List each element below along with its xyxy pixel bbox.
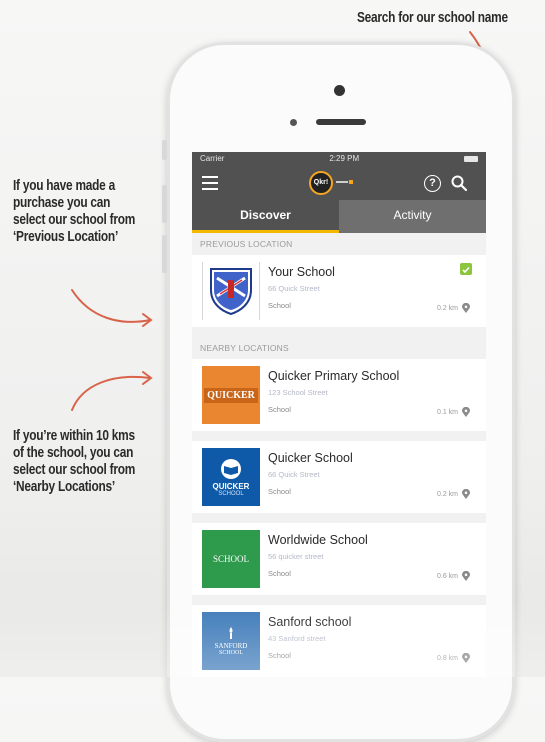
- previous-location-header: PREVIOUS LOCATION: [200, 239, 293, 249]
- school-type: School: [268, 569, 291, 578]
- app-header: Qkr! ?: [192, 166, 486, 200]
- logo-wordmark-icon: [336, 179, 354, 187]
- phone-mute-switch: [162, 140, 167, 160]
- arrow-to-previous-location: [71, 289, 151, 323]
- school-distance: 0.2 km: [436, 305, 458, 312]
- help-icon[interactable]: ?: [424, 175, 441, 192]
- location-pin-icon: [462, 407, 470, 417]
- annotation-previous-location-hint: If you have made a purchase you can sele…: [13, 178, 136, 245]
- list-item-nearby-school[interactable]: SCHOOL Worldwide School 56 quicker stree…: [192, 523, 486, 595]
- school-type: School: [268, 301, 291, 310]
- status-bar: Carrier 2:29 PM: [192, 152, 486, 166]
- tab-discover[interactable]: Discover: [192, 200, 339, 233]
- school-name: Quicker Primary School: [268, 369, 400, 383]
- phone-camera: [334, 85, 345, 96]
- phone-volume-up: [162, 185, 167, 223]
- phone-volume-down: [162, 235, 167, 273]
- logo-subtext: SCHOOL: [218, 650, 243, 656]
- school-type: School: [268, 405, 291, 414]
- school-address: 56 quicker street: [268, 552, 324, 561]
- logo-text: SCHOOL: [212, 554, 249, 564]
- school-name: Sanford school: [268, 615, 352, 629]
- list-item-nearby-school[interactable]: QUICKER SCHOOL Quicker School 66 Quick S…: [192, 441, 486, 513]
- app-logo: Qkr!: [309, 170, 365, 196]
- nearby-locations-header: NEARBY LOCATIONS: [200, 343, 289, 353]
- clock: 2:29 PM: [329, 154, 360, 163]
- location-pin-icon: [462, 489, 470, 499]
- torch-icon: [229, 627, 233, 639]
- logo-text: SANFORD: [214, 642, 248, 650]
- school-type: School: [268, 651, 291, 660]
- arrow-to-nearby-locations: [71, 376, 151, 411]
- book-icon: [221, 458, 241, 479]
- school-address: 66 Quick Street: [268, 284, 320, 293]
- school-logo: SCHOOL: [202, 530, 260, 588]
- logo-subtext: SCHOOL: [218, 490, 244, 497]
- school-name: Your School: [268, 265, 335, 279]
- school-name: Quicker School: [268, 451, 353, 465]
- school-logo: QUICKER SCHOOL: [202, 448, 260, 506]
- school-logo: QUICKER: [202, 366, 260, 424]
- list-item-your-school[interactable]: Your School 66 Quick Street School 0.2 k…: [192, 255, 486, 327]
- selected-check-icon: [460, 263, 472, 275]
- tab-bar: Discover Activity: [192, 200, 486, 233]
- list-item-nearby-school[interactable]: QUICKER Quicker Primary School 123 Schoo…: [192, 359, 486, 431]
- school-address: 43 Sanford street: [268, 634, 326, 643]
- search-icon[interactable]: [450, 174, 468, 192]
- school-type: School: [268, 487, 291, 496]
- phone-speaker: [316, 119, 366, 125]
- school-distance: 0.6 km: [436, 573, 458, 580]
- school-distance: 0.1 km: [436, 409, 458, 416]
- carrier-label: Carrier: [200, 154, 225, 163]
- phone-sensor: [290, 119, 297, 126]
- school-address: 123 School Street: [268, 388, 328, 397]
- annotation-nearby-locations-hint: If you’re within 10 kms of the school, y…: [13, 428, 136, 495]
- school-address: 66 Quick Street: [268, 470, 320, 479]
- location-pin-icon: [462, 303, 470, 313]
- logo-mark: Qkr!: [309, 171, 333, 195]
- battery-icon: [464, 152, 478, 166]
- annotation-search-hint: Search for our school name: [357, 10, 508, 26]
- app-screen: Carrier 2:29 PM Qkr! ? Discover Activity…: [192, 152, 486, 677]
- school-crest: [202, 262, 260, 320]
- school-logo: SANFORD SCHOOL: [202, 612, 260, 670]
- school-name: Worldwide School: [268, 533, 368, 547]
- logo-text: QUICKER: [204, 387, 258, 403]
- school-distance: 0.8 km: [436, 655, 458, 662]
- location-pin-icon: [462, 653, 470, 663]
- tab-activity[interactable]: Activity: [339, 200, 486, 233]
- list-item-nearby-school[interactable]: SANFORD SCHOOL Sanford school 43 Sanford…: [192, 605, 486, 677]
- menu-icon[interactable]: [202, 176, 218, 190]
- location-pin-icon: [462, 571, 470, 581]
- school-distance: 0.2 km: [436, 491, 458, 498]
- logo-text: QUICKER: [212, 481, 250, 491]
